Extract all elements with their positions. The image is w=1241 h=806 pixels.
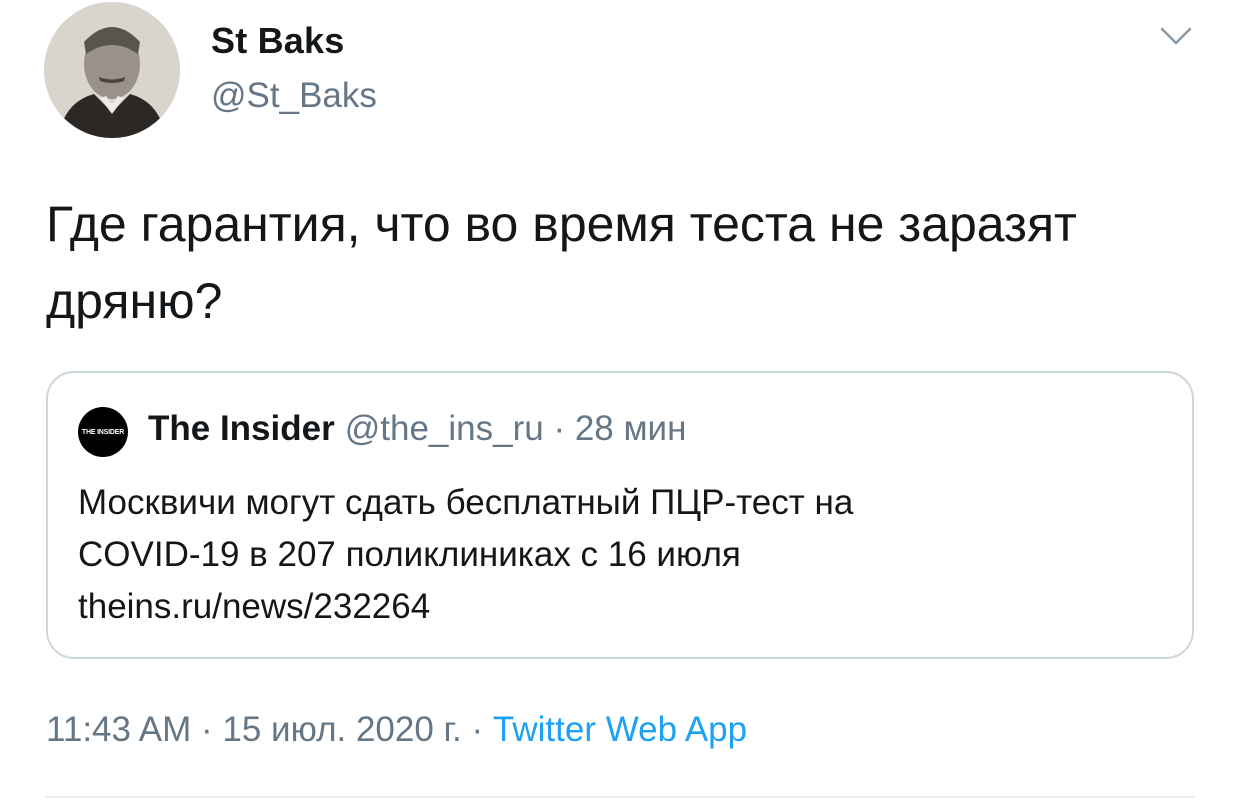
quote-text-line: Москвичи могут сдать бесплатный ПЦР-тест… <box>78 483 854 522</box>
quote-text-line: COVID-19 в 207 поликлиниках с 16 июля <box>78 535 741 574</box>
footer-separator: · <box>471 710 484 749</box>
tweet-date[interactable]: 15 июл. 2020 г. <box>222 710 461 749</box>
chevron-down-icon[interactable] <box>1158 24 1194 48</box>
quote-text: Москвичи могут сдать бесплатный ПЦР-тест… <box>78 477 1168 633</box>
quote-avatar-logo-text: THE INSIDER <box>81 428 125 436</box>
divider <box>46 796 1194 798</box>
author-name[interactable]: St Baks <box>211 20 344 62</box>
tweet-text: Где гарантия, что во время теста не зара… <box>46 196 1077 329</box>
avatar[interactable] <box>44 2 180 138</box>
quote-link[interactable]: theins.ru/news/232264 <box>78 581 1168 633</box>
quote-author-handle: @the_ins_ru <box>344 409 544 448</box>
footer-separator: · <box>201 710 213 749</box>
tweet-time[interactable]: 11:43 AM <box>46 710 191 749</box>
tweet-footer: 11:43 AM · 15 июл. 2020 г. · Twitter Web… <box>46 710 747 750</box>
quote-avatar: THE INSIDER <box>78 407 128 457</box>
quote-time: 28 мин <box>574 409 687 448</box>
tweet-source-link[interactable]: Twitter Web App <box>493 710 747 749</box>
quote-separator: · <box>553 409 566 448</box>
author-handle[interactable]: @St_Baks <box>211 76 377 116</box>
avatar-portrait <box>44 2 180 138</box>
quote-header: The Insider @the_ins_ru · 28 мин <box>148 409 686 449</box>
quote-author-name: The Insider <box>148 409 335 448</box>
quoted-tweet[interactable]: THE INSIDER The Insider @the_ins_ru · 28 … <box>46 371 1194 659</box>
